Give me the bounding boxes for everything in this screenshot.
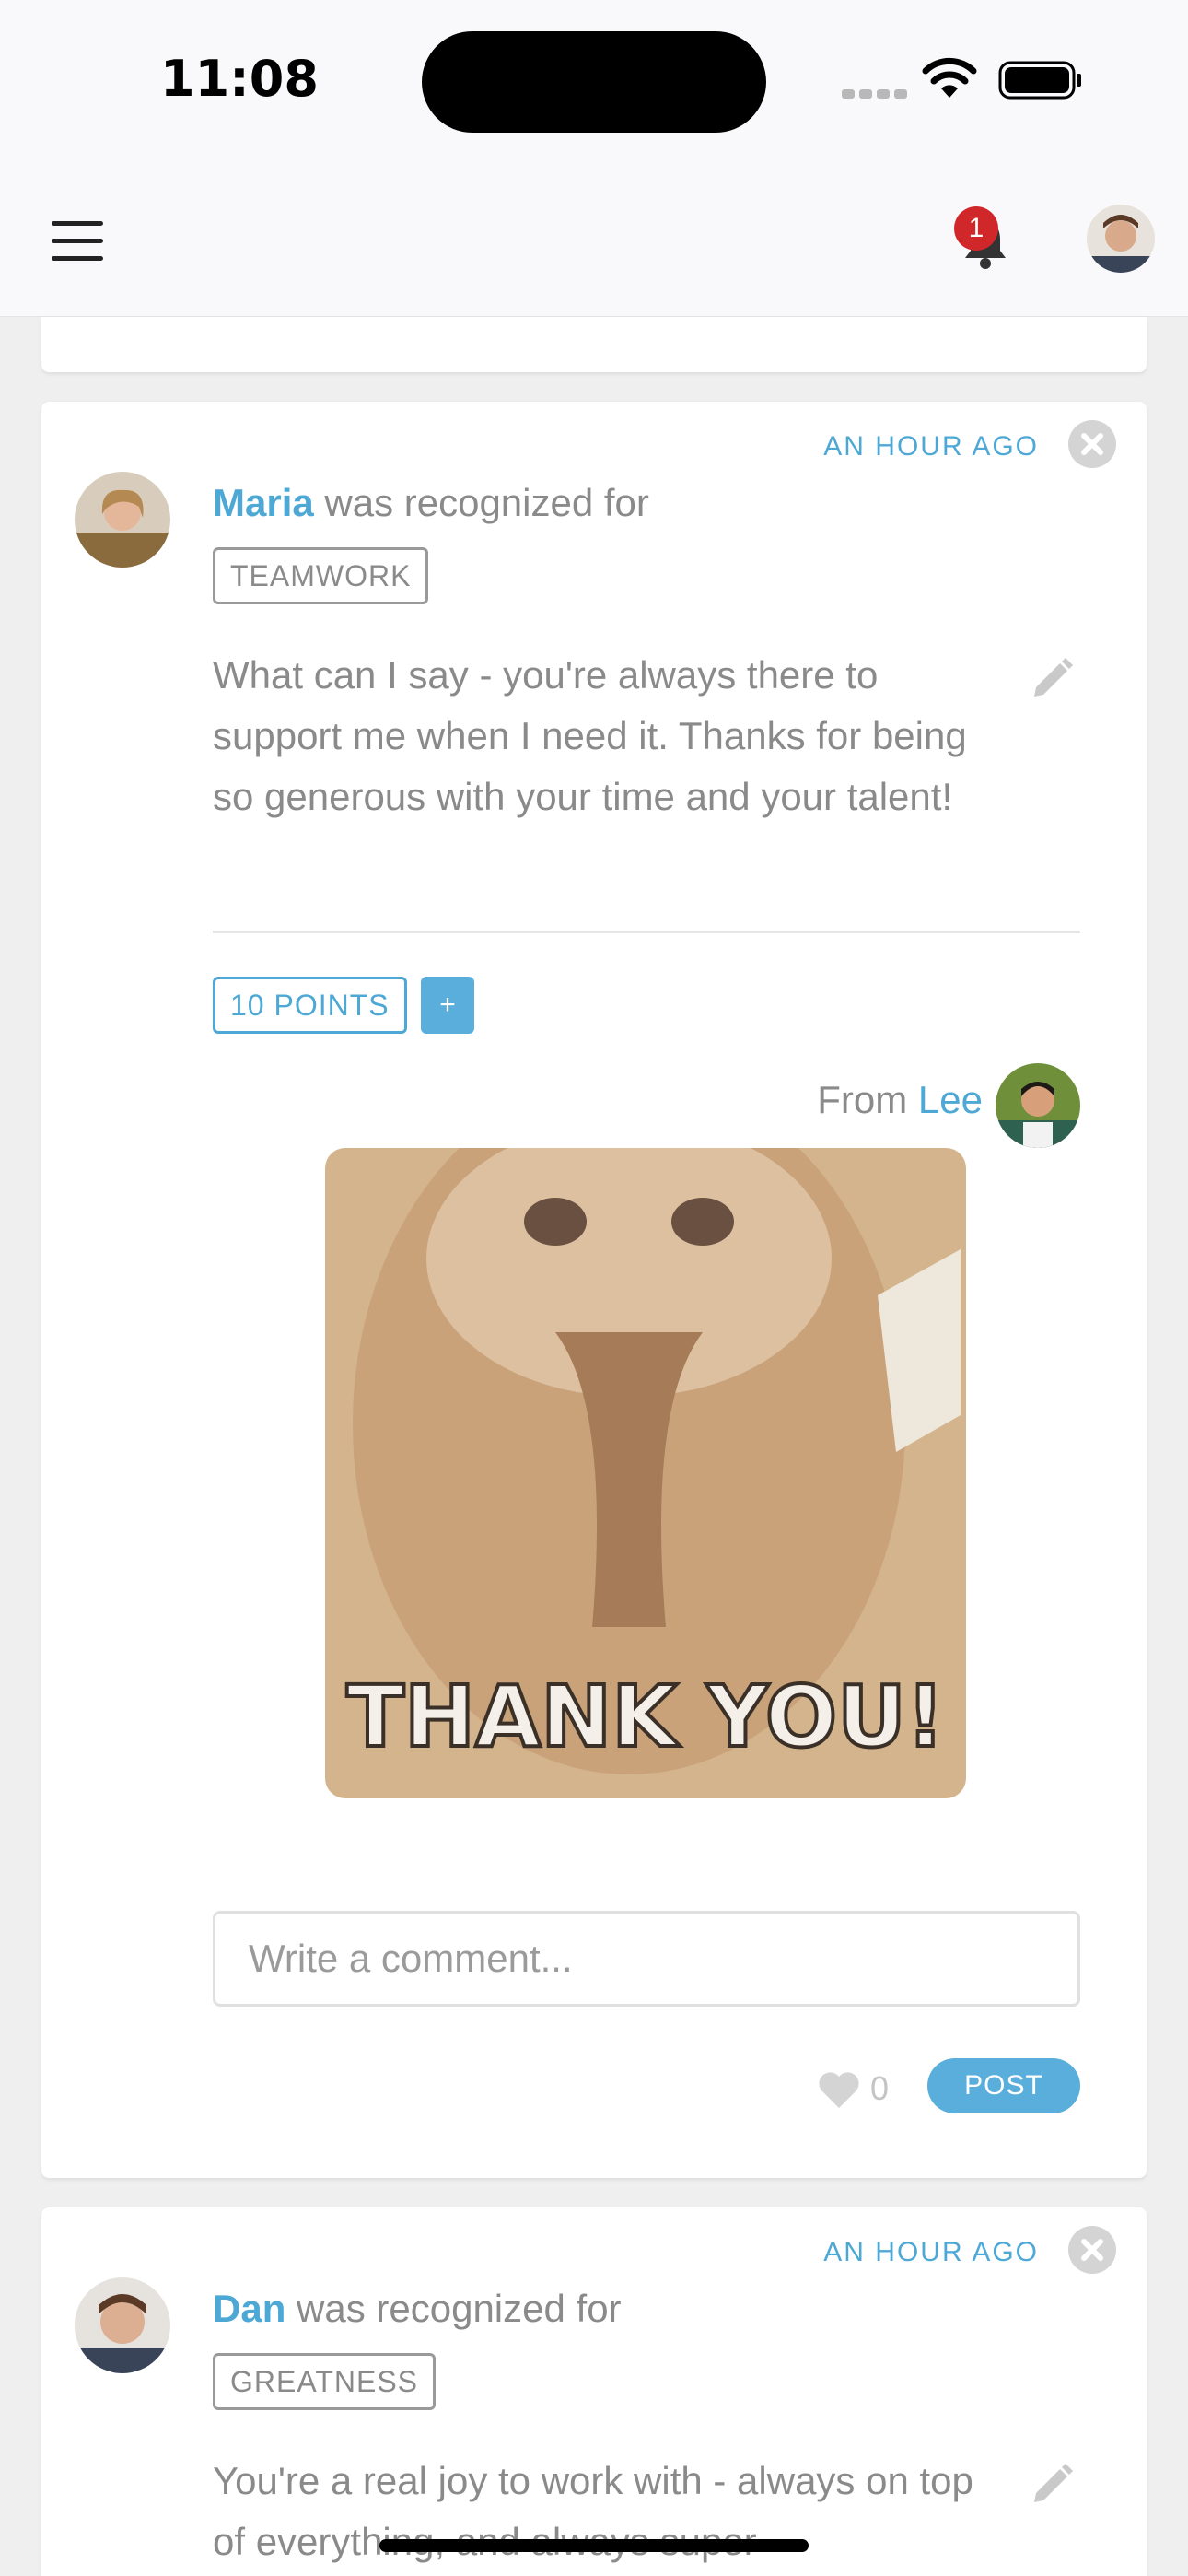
recipient-avatar[interactable]	[75, 472, 170, 568]
thank-you-gif: THANK YOU!	[325, 1148, 966, 1798]
cellular-signal-icon	[842, 87, 912, 103]
recognition-action-text: was recognized for	[313, 481, 649, 524]
wifi-icon	[922, 57, 977, 98]
time-ago: AN HOUR AGO	[823, 2237, 1039, 2267]
recipient-name[interactable]: Maria	[213, 481, 314, 524]
pencil-icon[interactable]	[1027, 2462, 1075, 2510]
user-avatar[interactable]	[1087, 205, 1155, 273]
close-icon[interactable]	[1068, 2226, 1116, 2274]
recognition-message: What can I say - you're always there to …	[213, 653, 967, 818]
recipient-name[interactable]: Dan	[213, 2287, 285, 2330]
add-points-button[interactable]: +	[421, 977, 474, 1034]
recipient-avatar[interactable]	[75, 2277, 170, 2373]
recognition-headline: Maria was recognized for	[213, 481, 649, 525]
top-nav: 1	[0, 158, 1188, 317]
hamburger-menu-icon[interactable]	[52, 221, 103, 261]
gif-caption: THANK YOU!	[344, 1666, 946, 1768]
close-icon[interactable]	[1068, 420, 1116, 468]
home-indicator	[379, 2539, 809, 2552]
like-count: 0	[870, 2069, 890, 2107]
dynamic-island	[422, 31, 766, 133]
post-comment-button[interactable]: POST	[927, 2058, 1080, 2113]
recognition-message: You're a real joy to work with - always …	[213, 2459, 973, 2563]
status-time: 11:08	[160, 50, 319, 108]
heart-icon[interactable]	[817, 2069, 861, 2110]
recognition-card: AN HOUR AGO Maria was recognized for TEA…	[41, 402, 1147, 2178]
pencil-icon[interactable]	[1027, 656, 1075, 704]
battery-icon	[998, 61, 1081, 100]
sender-name[interactable]: Lee	[918, 1078, 983, 1121]
value-tag: GREATNESS	[213, 2353, 436, 2410]
recognition-action-text: was recognized for	[285, 2287, 622, 2330]
recognition-headline: Dan was recognized for	[213, 2287, 622, 2331]
comment-input[interactable]	[213, 1911, 1080, 2007]
points-badge: 10 POINTS	[213, 977, 407, 1034]
notification-badge[interactable]: 1	[954, 206, 998, 251]
divider	[213, 931, 1080, 933]
from-label: From	[817, 1078, 908, 1121]
value-tag: TEAMWORK	[213, 547, 429, 604]
status-bar: 11:08	[0, 0, 1188, 158]
recognition-card: AN HOUR AGO Dan was recognized for GREAT…	[41, 2207, 1147, 2576]
sender-avatar[interactable]	[996, 1063, 1080, 1148]
previous-card	[41, 317, 1147, 372]
from-line: From Lee	[817, 1078, 983, 1122]
time-ago: AN HOUR AGO	[823, 431, 1039, 462]
